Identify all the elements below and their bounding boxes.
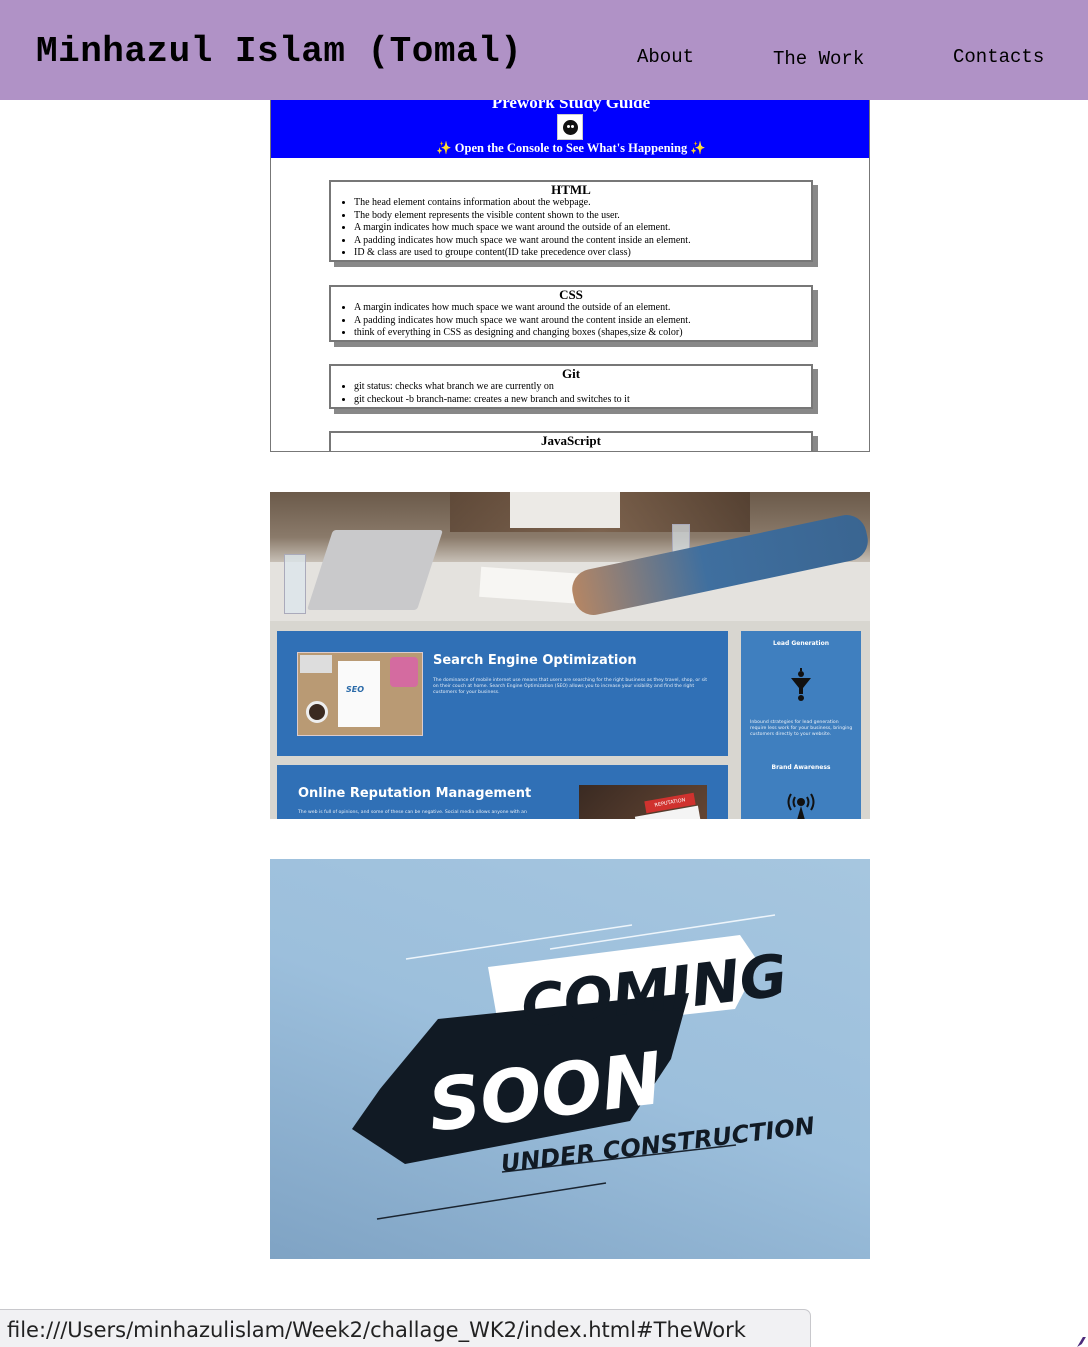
study-card-heading: JavaScript: [541, 433, 601, 448]
benefits-sidebar: Lead Generation Inbound strategies for l…: [741, 631, 861, 819]
study-card-item: ID & class are used to groupe content(ID…: [354, 247, 811, 260]
seo-text: The dominance of mobile internet use mea…: [433, 678, 708, 695]
study-card-item: think of everything in CSS as designing …: [354, 327, 811, 340]
brand-awareness-title: Brand Awareness: [771, 764, 831, 771]
project-marketing-site[interactable]: SEO Search Engine Optimization The domin…: [270, 492, 870, 819]
study-card-javascript: JavaScript: [329, 431, 813, 451]
reputation-title: Online Reputation Management: [298, 786, 532, 801]
study-card-git: Git git status: checks what branch we ar…: [329, 364, 813, 409]
project-prework-study-guide[interactable]: Prework Study Guide ✨ Open the Console t…: [270, 100, 870, 452]
study-card-css: CSS A margin indicates how much space we…: [329, 285, 813, 342]
study-card-heading: CSS: [559, 287, 583, 302]
reputation-section: Online Reputation Management The web is …: [277, 765, 728, 819]
seo-image: SEO: [297, 652, 423, 736]
study-card-item: git checkout -b branch-name: creates a n…: [354, 394, 811, 407]
site-title: Minhazul Islam (Tomal): [36, 31, 523, 72]
coming-soon-graphic: COMING SOON UNDER CONSTRUCTION: [352, 914, 816, 1220]
study-card-item: A padding indicates how much space we wa…: [354, 235, 811, 248]
reputation-text: The web is full of opinions, and some of…: [298, 810, 527, 815]
site-header: Minhazul Islam (Tomal) About The Work Co…: [0, 0, 1088, 100]
study-card-heading: HTML: [551, 182, 591, 197]
study-card-html: HTML The head element contains informati…: [329, 180, 813, 262]
nav-link-contacts[interactable]: Contacts: [953, 46, 1044, 68]
study-card-item: The head element contains information ab…: [354, 197, 811, 210]
project-coming-soon[interactable]: COMING SOON UNDER CONSTRUCTION: [270, 859, 870, 1259]
seo-title: Search Engine Optimization: [433, 653, 637, 668]
study-card-item: A padding indicates how much space we wa…: [354, 315, 811, 328]
reputation-image: REPUTATION: [579, 785, 707, 819]
prework-subtitle: ✨ Open the Console to See What's Happeni…: [436, 141, 706, 155]
browser-status-bar: file:///Users/minhazulislam/Week2/challa…: [0, 1309, 811, 1347]
broadcast-icon: [787, 793, 815, 819]
seo-image-label: SEO: [346, 685, 365, 694]
prework-banner: Prework Study Guide ✨ Open the Console t…: [271, 100, 869, 158]
study-card-item: git status: checks what branch we are cu…: [354, 381, 811, 394]
lead-generation-title: Lead Generation: [773, 640, 829, 647]
funnel-icon: [791, 668, 811, 701]
cat-logo-icon: [557, 114, 583, 140]
study-card-heading: Git: [561, 366, 581, 381]
seo-section: SEO Search Engine Optimization The domin…: [277, 631, 728, 756]
resize-corner-icon: [1077, 1337, 1088, 1347]
prework-title: Prework Study Guide: [491, 100, 651, 112]
nav-link-the-work[interactable]: The Work: [773, 48, 864, 70]
study-card-item: A margin indicates how much space we wan…: [354, 222, 811, 235]
hero-image: [270, 492, 870, 621]
study-card-item: A margin indicates how much space we wan…: [354, 302, 811, 315]
nav-link-about[interactable]: About: [637, 46, 694, 68]
lead-generation-text: Inbound strategies for lead generation r…: [750, 720, 853, 737]
study-card-item: The body element represents the visible …: [354, 210, 811, 223]
